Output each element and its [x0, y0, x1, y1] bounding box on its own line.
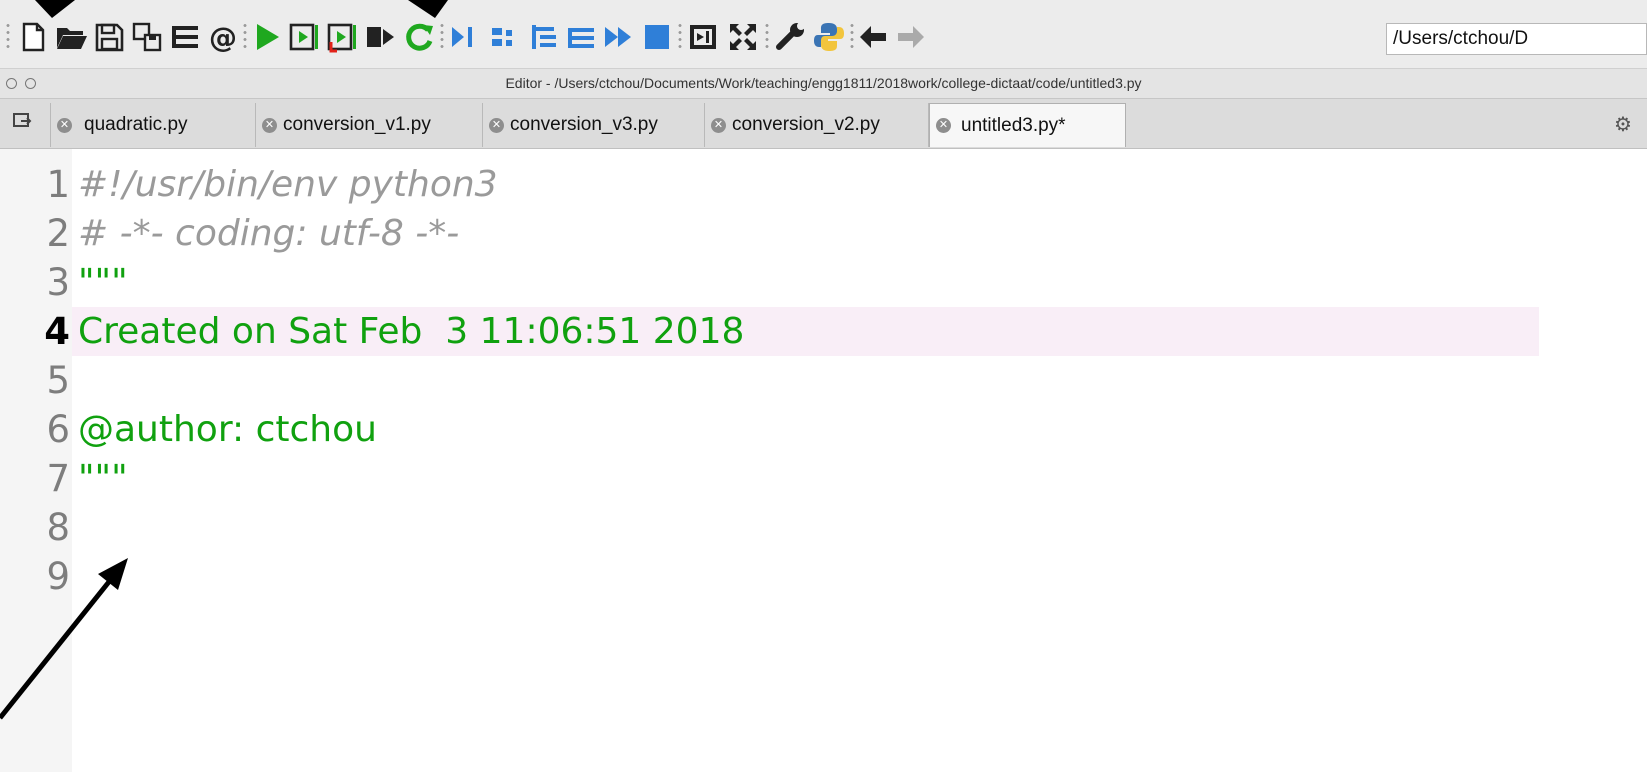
toolbar-separator: [678, 22, 682, 52]
back-arrow-icon[interactable]: [856, 20, 890, 54]
tab-conversion-v1[interactable]: ✕ conversion_v1.py: [256, 103, 483, 147]
tab-untitled3[interactable]: ✕ untitled3.py*: [929, 103, 1126, 147]
line-number: 8: [46, 506, 70, 549]
toolbar-separator: [765, 22, 769, 52]
close-tab-icon[interactable]: ✕: [936, 118, 951, 133]
code-text[interactable]: #!/usr/bin/env python3: [78, 160, 498, 209]
tab-conversion-v3[interactable]: ✕ conversion_v3.py: [483, 103, 705, 147]
code-line: 9: [0, 552, 1647, 601]
debug-icon[interactable]: [446, 20, 480, 54]
editor-tab-bar: ✕ quadratic.py ✕ conversion_v1.py ✕ conv…: [0, 99, 1647, 149]
code-line: 7 """: [0, 454, 1647, 503]
step-return-icon[interactable]: [564, 20, 598, 54]
tab-label: conversion_v2.py: [732, 114, 880, 135]
step-into-icon[interactable]: [526, 20, 560, 54]
browse-tabs-icon[interactable]: [12, 111, 34, 133]
stop-icon[interactable]: [640, 20, 674, 54]
tab-label: untitled3.py*: [961, 114, 1066, 136]
line-number: 6: [46, 408, 70, 451]
main-toolbar: @ /Users/ctchou/D: [0, 0, 1647, 69]
code-line: 2 # -*- coding: utf-8 -*-: [0, 209, 1647, 258]
gear-icon[interactable]: ⚙: [1614, 112, 1632, 137]
list-icon[interactable]: [168, 20, 202, 54]
line-number: 4: [44, 310, 70, 353]
close-tab-icon[interactable]: ✕: [489, 117, 504, 133]
wrench-icon[interactable]: [774, 20, 808, 54]
run-selection-icon[interactable]: [364, 20, 398, 54]
run-cell-icon[interactable]: [288, 20, 322, 54]
code-text[interactable]: # -*- coding: utf-8 -*-: [78, 209, 459, 258]
toolbar-separator: [243, 22, 247, 52]
maximize-pane-icon[interactable]: [686, 20, 720, 54]
toolbar-separator: [850, 22, 854, 52]
code-text[interactable]: Created on Sat Feb 3 11:06:51 2018: [78, 307, 744, 356]
save-all-icon[interactable]: [130, 20, 164, 54]
code-text[interactable]: @author: ctchou: [78, 405, 377, 454]
line-number: 9: [46, 555, 70, 598]
run-cell-advance-icon[interactable]: [326, 20, 360, 54]
code-line: 6 @author: ctchou: [0, 405, 1647, 454]
line-number: 3: [46, 261, 70, 304]
editor-title-bar: Editor - /Users/ctchou/Documents/Work/te…: [0, 69, 1647, 99]
tab-label: conversion_v3.py: [510, 114, 658, 135]
working-directory-field[interactable]: /Users/ctchou/D: [1386, 23, 1647, 55]
toolbar-separator: [440, 22, 444, 52]
svg-text:@: @: [209, 21, 237, 54]
toolbar-separator: [6, 22, 10, 52]
fullscreen-icon[interactable]: [726, 20, 760, 54]
line-number: 7: [46, 457, 70, 500]
code-line: 3 """: [0, 258, 1647, 307]
run-icon[interactable]: [250, 20, 284, 54]
tab-quadratic[interactable]: ✕ quadratic.py: [50, 103, 256, 147]
line-number: 2: [46, 212, 70, 255]
close-tab-icon[interactable]: ✕: [57, 117, 72, 133]
line-number: 5: [46, 359, 70, 402]
python-icon[interactable]: [812, 20, 846, 54]
code-line: 8: [0, 503, 1647, 552]
open-folder-icon[interactable]: [54, 20, 88, 54]
editor-title: Editor - /Users/ctchou/Documents/Work/te…: [505, 75, 1142, 91]
code-text[interactable]: """: [78, 454, 128, 503]
code-text[interactable]: """: [78, 258, 128, 307]
forward-arrow-icon[interactable]: [894, 20, 928, 54]
close-tab-icon[interactable]: ✕: [262, 117, 277, 133]
code-line: 1 #!/usr/bin/env python3: [0, 160, 1647, 209]
close-tab-icon[interactable]: ✕: [711, 117, 726, 133]
code-line-current: 4 Created on Sat Feb 3 11:06:51 2018: [0, 307, 1647, 356]
line-number: 1: [46, 163, 70, 206]
at-icon[interactable]: @: [206, 20, 240, 54]
tab-conversion-v2[interactable]: ✕ conversion_v2.py: [705, 103, 929, 147]
rerun-icon[interactable]: [402, 20, 436, 54]
tab-label: quadratic.py: [84, 114, 188, 135]
step-icon[interactable]: [488, 20, 522, 54]
new-file-icon[interactable]: [16, 20, 50, 54]
code-line: 5: [0, 356, 1647, 405]
save-icon[interactable]: [92, 20, 126, 54]
tab-label: conversion_v1.py: [283, 114, 431, 135]
continue-icon[interactable]: [602, 20, 636, 54]
